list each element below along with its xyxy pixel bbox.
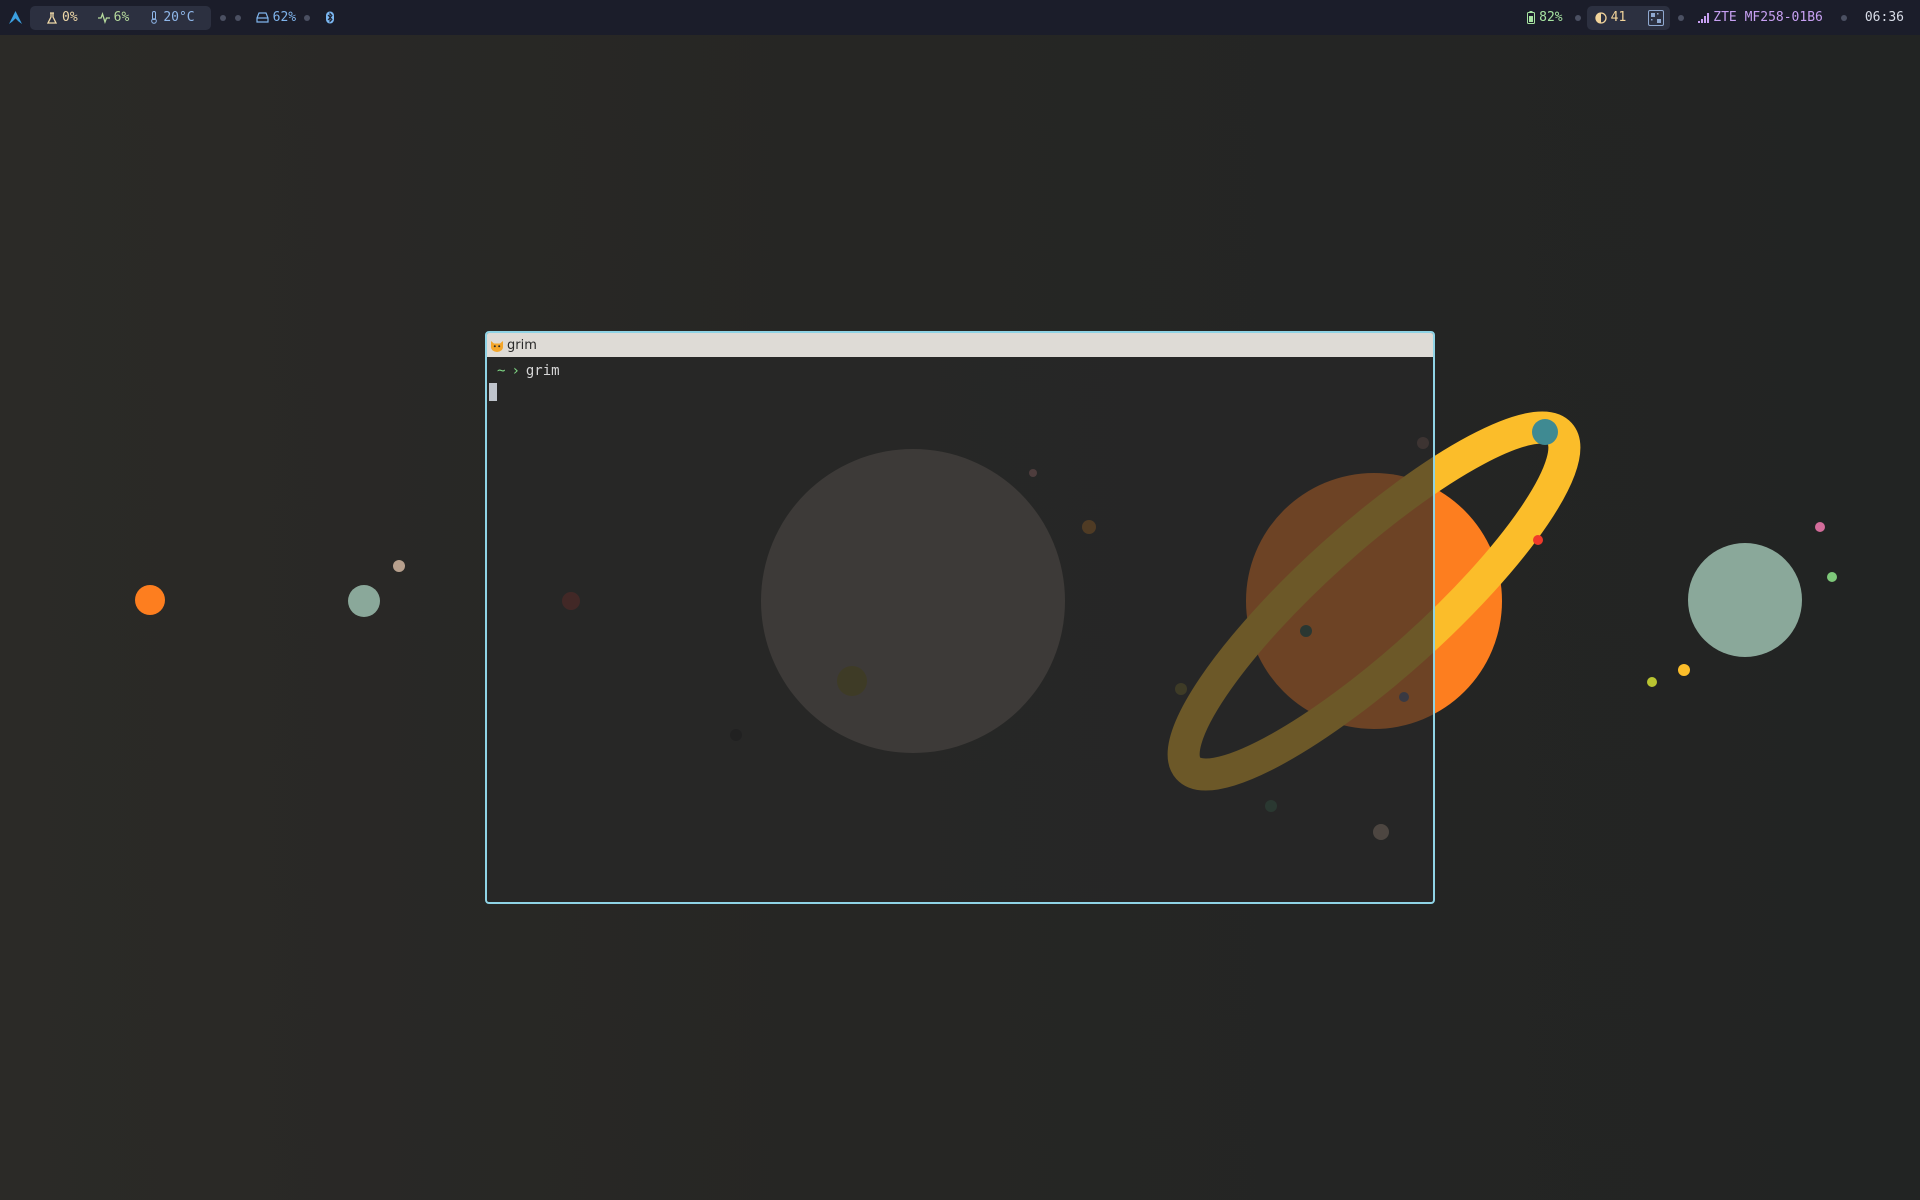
bluetooth-icon — [326, 11, 335, 24]
memory-value: 6% — [113, 10, 130, 25]
temperature-module[interactable]: 20°C — [149, 10, 195, 25]
big-teal-planet — [1688, 543, 1802, 657]
prompt-symbol: › — [511, 363, 520, 379]
network-name: ZTE MF258-01B6 — [1713, 10, 1823, 25]
signal-icon — [1698, 12, 1710, 23]
thermometer-icon — [151, 11, 158, 24]
network-module[interactable]: ZTE MF258-01B6 — [1698, 10, 1823, 25]
disk-module[interactable]: 62% — [256, 10, 296, 25]
prompt-line: ~ › grim — [487, 362, 1433, 381]
top-bar-right: 82% 41 ZTE MF258-01B6 06:36 — [1521, 0, 1920, 35]
separator-dot — [234, 14, 241, 21]
brightness-tray-group: 41 — [1586, 5, 1671, 30]
terminal-cursor — [489, 383, 497, 401]
brightness-value: 41 — [1610, 10, 1627, 25]
terminal-content[interactable]: ~ › grim — [487, 357, 1433, 407]
brightness-icon — [1594, 11, 1607, 24]
window-title: grim — [507, 337, 537, 353]
cat-icon — [490, 338, 504, 352]
pink-moon — [1815, 522, 1825, 532]
command-text: grim — [525, 363, 560, 379]
lime-moon — [1647, 677, 1657, 687]
drive-icon — [256, 12, 269, 23]
cpu-value: 0% — [62, 10, 78, 25]
separator-dot — [1678, 14, 1685, 21]
top-bar-left: 0% 6% 20°C 62% — [0, 0, 341, 35]
brightness-module[interactable]: 41 — [1594, 10, 1627, 25]
small-orange-planet — [135, 585, 165, 615]
flask-icon — [46, 11, 58, 24]
cpu-module[interactable]: 0% — [46, 10, 78, 25]
clock[interactable]: 06:36 — [1865, 10, 1904, 25]
small-teal-planet — [348, 585, 380, 617]
tiny-moon — [393, 560, 405, 572]
disk-value: 62% — [272, 10, 297, 25]
bluetooth-module[interactable] — [325, 11, 335, 24]
qr-grid-icon[interactable] — [1648, 9, 1665, 26]
separator-dot — [1840, 14, 1847, 21]
battery-icon — [1527, 11, 1536, 24]
battery-value: 82% — [1539, 10, 1563, 25]
arch-logo-icon[interactable] — [0, 0, 30, 35]
window-titlebar[interactable]: grim — [487, 333, 1433, 357]
terminal-window[interactable]: grim ~ › grim — [485, 331, 1435, 904]
prompt-path: ~ — [497, 363, 506, 379]
separator-dot — [304, 14, 311, 21]
system-stats-group: 0% 6% 20°C — [30, 5, 211, 30]
green-moon — [1827, 572, 1837, 582]
memory-module[interactable]: 6% — [97, 10, 130, 25]
separator-dot — [219, 14, 226, 21]
pulse-icon — [97, 11, 110, 24]
yellow-moon — [1678, 664, 1690, 676]
battery-module[interactable]: 82% — [1527, 10, 1563, 25]
top-bar: 0% 6% 20°C 62% 82% 41 ZTE MF258-01B6 06:… — [0, 0, 1920, 35]
temperature-value: 20°C — [163, 10, 195, 25]
separator-dot — [1574, 14, 1581, 21]
